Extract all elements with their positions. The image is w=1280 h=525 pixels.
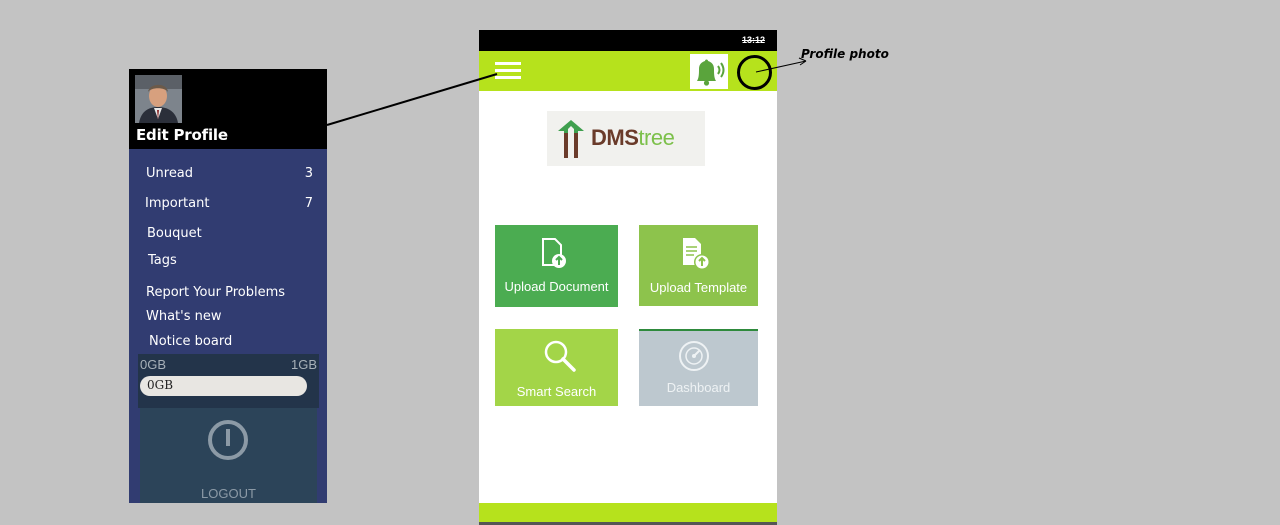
profile-photo-annotation: Profile photo	[801, 47, 889, 61]
logo-text-dms: DMS	[591, 125, 639, 150]
side-drawer: Edit Profile Unread 3 Important 7 Bouque…	[129, 69, 327, 503]
upload-template-tile[interactable]: Upload Template	[639, 225, 758, 306]
logout-label: LOGOUT	[201, 486, 256, 501]
search-icon	[544, 340, 576, 372]
hamburger-menu-icon[interactable]	[495, 62, 521, 80]
dmstree-logo: DMStree	[547, 111, 705, 166]
edit-profile-label[interactable]: Edit Profile	[136, 126, 228, 144]
upload-template-label: Upload Template	[649, 280, 748, 295]
power-icon	[208, 420, 248, 460]
storage-progress-bar: 0GB	[140, 376, 307, 396]
status-time: 13:12	[741, 35, 765, 45]
drawer-header[interactable]: Edit Profile	[129, 69, 327, 149]
menu-item-notice-board[interactable]: Notice board	[129, 331, 327, 355]
menu-item-report-problems[interactable]: Report Your Problems	[129, 282, 327, 306]
app-bar	[479, 51, 777, 91]
tree-logo-icon	[558, 120, 584, 158]
menu-item-whats-new[interactable]: What's new	[129, 306, 327, 330]
avatar[interactable]	[135, 75, 182, 123]
upload-document-label: Upload Document	[504, 279, 609, 294]
smart-search-tile[interactable]: Smart Search	[495, 329, 618, 406]
upload-document-icon	[542, 238, 566, 268]
notification-bell-button[interactable]	[690, 54, 728, 89]
menu-item-label: Unread	[146, 166, 194, 181]
storage-max-label: 1GB	[290, 357, 317, 372]
important-count: 7	[304, 196, 313, 211]
dashboard-icon	[679, 341, 709, 371]
dashboard-label: Dashboard	[666, 380, 731, 395]
drawer-connector-line	[326, 73, 498, 126]
menu-item-important[interactable]: Important 7	[129, 193, 327, 217]
menu-item-label: What's new	[146, 309, 222, 324]
phone-screen: 13:12 DMStree Upload Document Upload Tem…	[479, 30, 777, 525]
upload-document-tile[interactable]: Upload Document	[495, 225, 618, 307]
storage-panel: 0GB 1GB 0GB	[138, 354, 319, 408]
menu-item-label: Report Your Problems	[146, 285, 286, 300]
profile-photo-button[interactable]	[737, 55, 772, 90]
menu-item-label: Notice board	[149, 334, 233, 349]
bottom-bar	[479, 503, 777, 522]
menu-item-label: Tags	[148, 253, 177, 268]
bell-icon	[697, 59, 725, 86]
smart-search-label: Smart Search	[516, 384, 597, 399]
storage-min-label: 0GB	[140, 357, 167, 372]
menu-item-label: Important	[145, 196, 210, 211]
storage-used-value: 0GB	[147, 378, 174, 392]
unread-count: 3	[304, 166, 313, 181]
dashboard-tile[interactable]: Dashboard	[639, 329, 758, 406]
menu-item-label: Bouquet	[147, 226, 202, 241]
logout-button[interactable]: LOGOUT	[140, 408, 317, 503]
upload-template-icon	[683, 238, 710, 270]
status-bar: 13:12	[479, 30, 777, 51]
menu-item-tags[interactable]: Tags	[129, 250, 327, 274]
menu-item-bouquet[interactable]: Bouquet	[129, 223, 327, 247]
logo-text: DMStree	[591, 125, 675, 151]
logo-text-tree: tree	[638, 125, 675, 150]
menu-item-unread[interactable]: Unread 3	[129, 163, 327, 187]
